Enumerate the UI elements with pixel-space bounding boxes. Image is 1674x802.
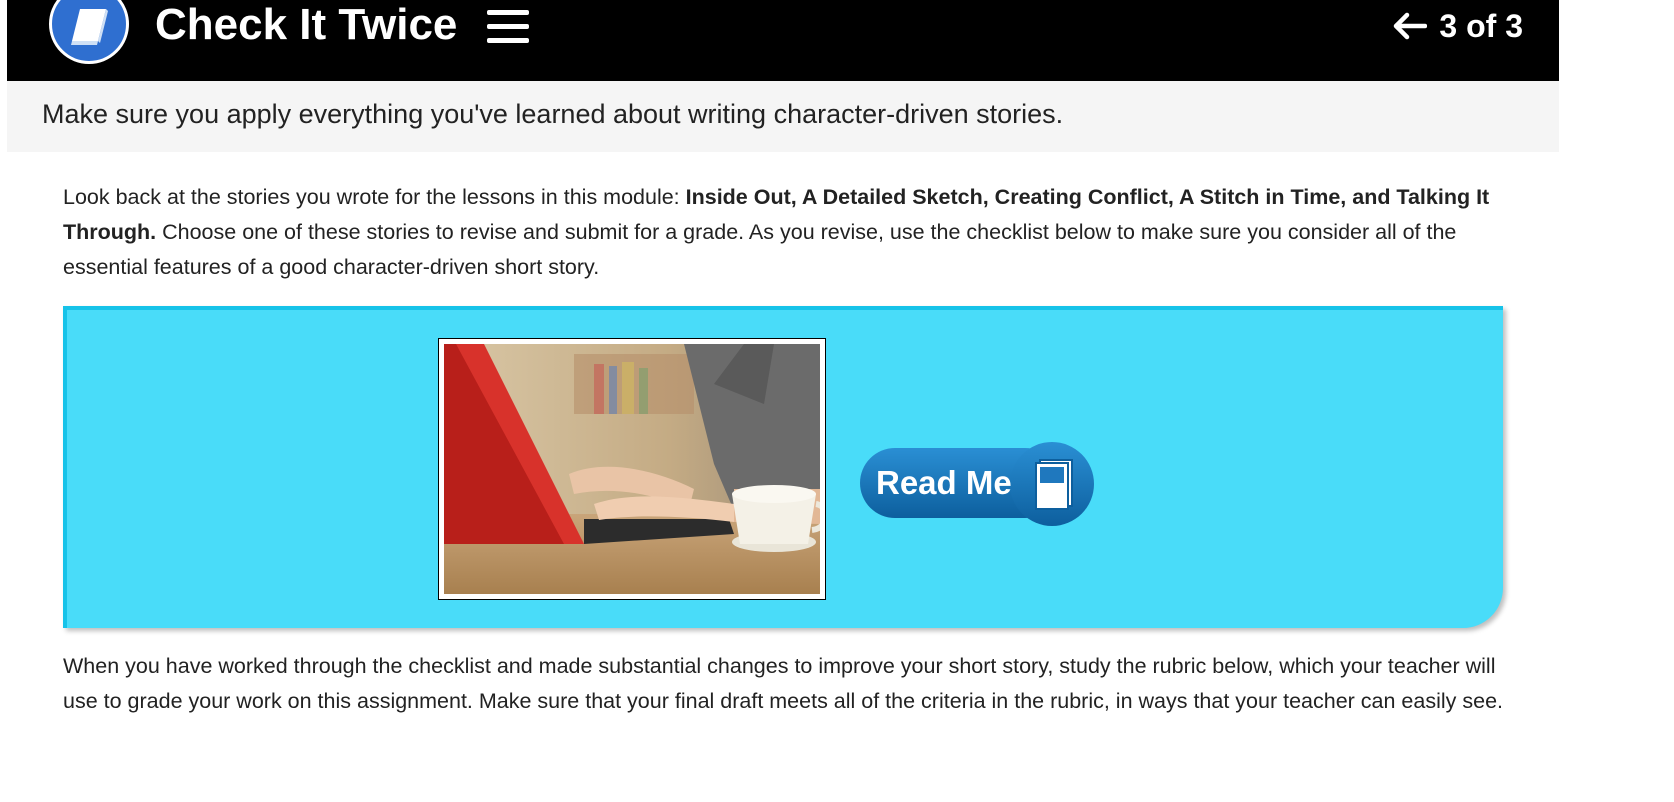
read-me-button[interactable]: Read Me (860, 442, 1096, 526)
intro-lead: Look back at the stories you wrote for t… (63, 185, 686, 209)
book-icon (1035, 459, 1073, 510)
subtitle-bar: Make sure you apply everything you've le… (7, 81, 1559, 152)
hamburger-menu-icon[interactable] (487, 8, 529, 44)
closing-paragraph: When you have worked through the checkli… (63, 654, 1503, 713)
read-me-label: Read Me (876, 464, 1012, 501)
page-title: Check It Twice (155, 0, 458, 49)
read-me-callout: Read Me (63, 306, 1503, 628)
intro-paragraph: Look back at the stories you wrote for t… (63, 180, 1508, 285)
arrow-left-icon[interactable] (1393, 12, 1428, 40)
intro-rest: Choose one of these stories to revise an… (63, 220, 1457, 279)
book-logo-icon (49, 0, 129, 64)
page-navigator[interactable]: 3 of 3 (1393, 4, 1523, 48)
page-counter: 3 of 3 (1439, 8, 1523, 44)
laptop-photo (438, 338, 826, 600)
page-subtitle: Make sure you apply everything you've le… (42, 99, 1064, 129)
header-bar: Check It Twice 3 of 3 (7, 0, 1559, 81)
